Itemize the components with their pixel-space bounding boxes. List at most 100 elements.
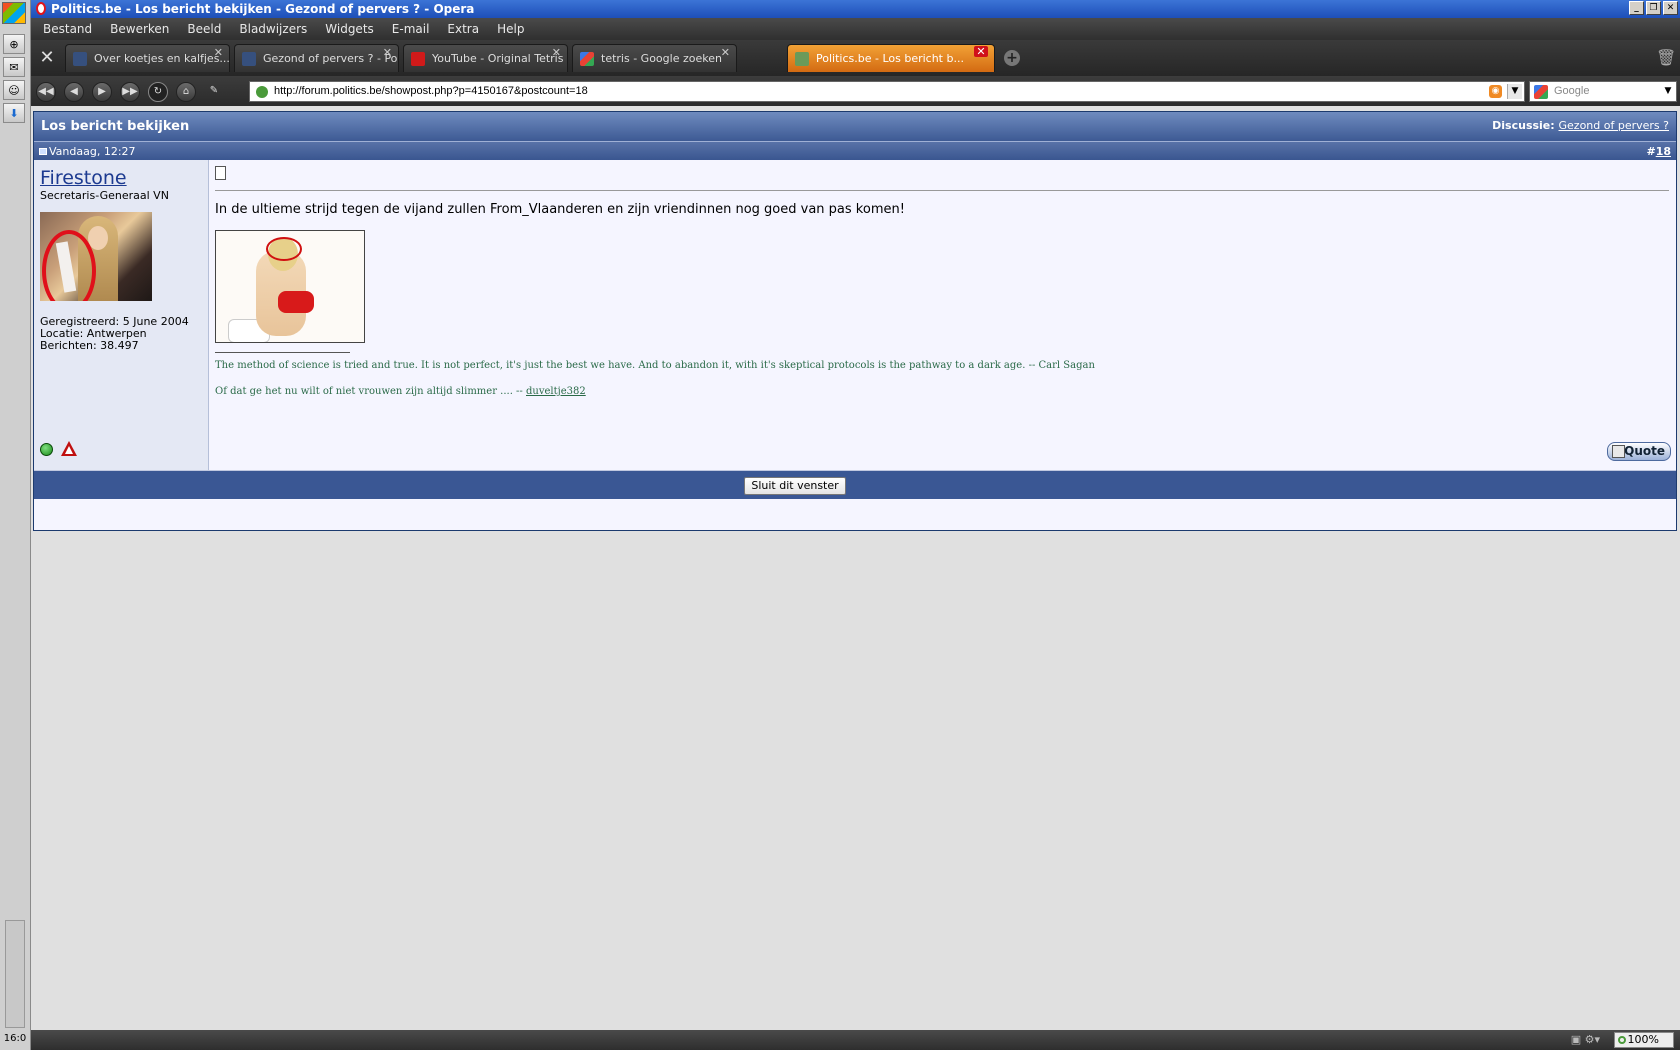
- menu-widgets[interactable]: Widgets: [316, 22, 383, 36]
- search-input[interactable]: Google: [1554, 85, 1589, 97]
- tab-google-tetris[interactable]: tetris - Google zoeken ✕: [572, 44, 737, 72]
- tab-gezond-of-pervers[interactable]: Gezond of pervers ? - Pol... ✕: [234, 44, 399, 72]
- tab-label: tetris - Google zoeken: [601, 52, 722, 65]
- tab-over-koetjes[interactable]: Over koetjes en kalfjes... ... ✕: [65, 44, 230, 72]
- tab-label: Gezond of pervers ? - Pol...: [263, 52, 399, 65]
- discussion-link[interactable]: Gezond of pervers ?: [1559, 119, 1669, 132]
- signature-link[interactable]: duveltje382: [526, 386, 586, 397]
- tools-icon[interactable]: ✕: [36, 48, 58, 68]
- tab-close-icon[interactable]: ✕: [214, 46, 223, 59]
- mail-panel-icon[interactable]: ✉: [3, 57, 25, 77]
- fast-forward-icon[interactable]: ▶▶: [120, 82, 140, 102]
- post-image[interactable]: [215, 230, 365, 343]
- navigation-bar: ◀◀ ◀ ▶ ▶▶ ↻ ⌂ ✎ http://forum.politics.be…: [31, 76, 1680, 106]
- user-posts: Berichten: 38.497: [40, 339, 139, 352]
- close-window-page-button[interactable]: Sluit dit venster: [744, 477, 846, 495]
- post-container: Los bericht bekijken Discussie: Gezond o…: [33, 111, 1677, 531]
- menu-bestand[interactable]: Bestand: [31, 22, 101, 36]
- post-status-icon: [39, 148, 47, 155]
- zoom-control[interactable]: 100%: [1614, 1032, 1674, 1048]
- minimize-button[interactable]: _: [1629, 1, 1644, 15]
- menu-extra[interactable]: Extra: [438, 22, 488, 36]
- restore-button[interactable]: ❐: [1646, 1, 1661, 15]
- tab-close-icon[interactable]: ✕: [721, 46, 730, 59]
- user-title: Secretaris-Generaal VN: [40, 189, 169, 202]
- menu-email[interactable]: E-mail: [383, 22, 439, 36]
- image-red-circle: [266, 237, 302, 261]
- page-title: Los bericht bekijken: [41, 119, 190, 134]
- politics-favicon-icon: [795, 52, 809, 66]
- youtube-favicon-icon: [411, 52, 425, 66]
- close-window-button[interactable]: ✕: [1663, 1, 1678, 15]
- chevron-down-icon[interactable]: ▼: [1662, 84, 1674, 99]
- opera-logo-icon: [36, 2, 46, 15]
- post-number-link[interactable]: 18: [1656, 145, 1671, 158]
- post-document-icon: [215, 166, 226, 180]
- tab-close-icon[interactable]: ✕: [974, 46, 988, 57]
- tab-close-icon[interactable]: ✕: [383, 46, 392, 59]
- menu-bar: Bestand Bewerken Beeld Bladwijzers Widge…: [31, 18, 1680, 40]
- discussion-label: Discussie:: [1492, 119, 1555, 132]
- image-swimsuit: [278, 291, 314, 313]
- menu-bladwijzers[interactable]: Bladwijzers: [230, 22, 316, 36]
- post-number: #18: [1646, 145, 1671, 158]
- address-bar[interactable]: http://forum.politics.be/showpost.php?p=…: [249, 81, 1525, 102]
- status-tools-icon[interactable]: ▣ ⚙▾: [1571, 1033, 1600, 1046]
- user-info-panel: Firestone Secretaris-Generaal VN Geregis…: [34, 160, 209, 470]
- signature-line-2: Of dat ge het nu wilt of niet vrouwen zi…: [215, 386, 586, 397]
- address-url[interactable]: http://forum.politics.be/showpost.php?p=…: [274, 85, 588, 97]
- contacts-panel-icon[interactable]: ☺: [3, 80, 25, 100]
- windows-logo-icon[interactable]: [2, 2, 26, 24]
- username-link[interactable]: Firestone: [40, 167, 127, 189]
- politics-favicon-icon: [242, 52, 256, 66]
- google-search-icon[interactable]: [1534, 85, 1548, 99]
- menu-help[interactable]: Help: [488, 22, 533, 36]
- home-icon[interactable]: ⌂: [176, 82, 196, 102]
- edit-site-prefs-icon[interactable]: ✎: [204, 82, 224, 102]
- discussion-info: Discussie: Gezond of pervers ?: [1492, 119, 1669, 132]
- post-date: Vandaag, 12:27: [49, 145, 136, 158]
- signature-line-1: The method of science is tried and true.…: [215, 360, 1095, 371]
- quote-button[interactable]: Quote: [1607, 442, 1671, 461]
- avatar[interactable]: [40, 212, 152, 301]
- post-header-bar: Vandaag, 12:27 #18: [34, 141, 1676, 160]
- clock: 16:0: [3, 1033, 27, 1044]
- tab-politics-active[interactable]: Politics.be - Los bericht b... ✕: [787, 44, 995, 72]
- online-status-icon: [40, 443, 53, 456]
- menu-bewerken[interactable]: Bewerken: [101, 22, 178, 36]
- page-content: Los bericht bekijken Discussie: Gezond o…: [31, 106, 1680, 1030]
- politics-favicon-icon: [73, 52, 87, 66]
- post-divider: [215, 190, 1669, 191]
- taskbar-tray: [5, 920, 25, 1028]
- side-panel: ⊕ ✉ ☺ ⬇: [0, 0, 31, 1050]
- tab-youtube[interactable]: YouTube - Original Tetris ... ✕: [403, 44, 568, 72]
- window-title: Politics.be - Los bericht bekijken - Gez…: [51, 2, 475, 16]
- post-message: In de ultieme strijd tegen de vijand zul…: [215, 202, 905, 217]
- chevron-down-icon[interactable]: ▼: [1507, 84, 1522, 99]
- forward-icon[interactable]: ▶: [92, 82, 112, 102]
- google-favicon-icon: [580, 52, 594, 66]
- search-bar[interactable]: Google ▼: [1529, 81, 1677, 102]
- bookmarks-panel-icon[interactable]: ⊕: [3, 34, 25, 54]
- trash-icon[interactable]: 🗑: [1656, 48, 1676, 68]
- zoom-level: 100%: [1627, 1033, 1659, 1046]
- menu-beeld[interactable]: Beeld: [178, 22, 230, 36]
- new-tab-plus-icon[interactable]: +: [1004, 50, 1020, 66]
- tab-label: YouTube - Original Tetris ...: [432, 52, 568, 65]
- report-icon-inner: [65, 446, 73, 454]
- quote-icon: [1612, 445, 1625, 458]
- page-footer: Sluit dit venster: [34, 470, 1676, 499]
- tab-close-icon[interactable]: ✕: [552, 46, 561, 59]
- rewind-icon[interactable]: ◀◀: [36, 82, 56, 102]
- post-body: In de ultieme strijd tegen de vijand zul…: [209, 160, 1676, 470]
- tab-label: Politics.be - Los bericht b...: [816, 52, 964, 65]
- signature-text: Of dat ge het nu wilt of niet vrouwen zi…: [215, 386, 526, 397]
- reload-icon[interactable]: ↻: [148, 82, 168, 102]
- site-info-icon[interactable]: [256, 86, 268, 98]
- back-icon[interactable]: ◀: [64, 82, 84, 102]
- quote-label: Quote: [1624, 444, 1665, 458]
- downloads-panel-icon[interactable]: ⬇: [3, 103, 25, 123]
- status-bar: ▣ ⚙▾ 100%: [31, 1030, 1680, 1050]
- rss-feed-icon[interactable]: ◉: [1489, 85, 1502, 98]
- tab-label: Over koetjes en kalfjes... ...: [94, 52, 230, 65]
